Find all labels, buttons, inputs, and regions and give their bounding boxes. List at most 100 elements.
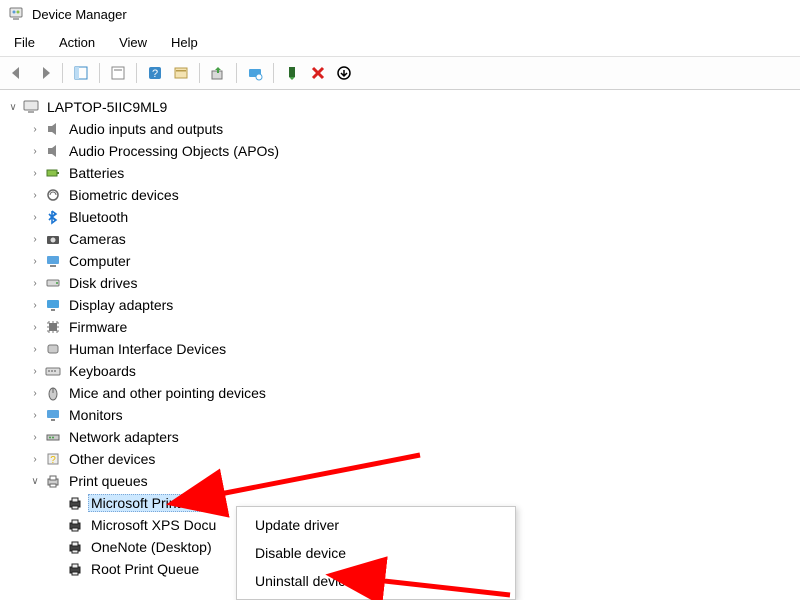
- uninstall-device-button[interactable]: [306, 61, 330, 85]
- other-icon: ?: [44, 450, 62, 468]
- show-hide-tree-button[interactable]: [69, 61, 93, 85]
- properties-button[interactable]: [106, 61, 130, 85]
- expand-icon[interactable]: ›: [28, 256, 42, 267]
- expand-icon[interactable]: ›: [28, 322, 42, 333]
- tree-category-cameras[interactable]: › Cameras: [2, 228, 798, 250]
- category-label: Network adapters: [66, 428, 182, 446]
- display-icon: [44, 296, 62, 314]
- context-menu: Update driver Disable device Uninstall d…: [236, 506, 516, 600]
- tree-root[interactable]: ∨ LAPTOP-5IIC9ML9: [2, 96, 798, 118]
- expand-icon[interactable]: ›: [28, 410, 42, 421]
- category-label: Audio Processing Objects (APOs): [66, 142, 282, 160]
- expand-icon[interactable]: ›: [28, 432, 42, 443]
- collapse-icon[interactable]: ∨: [6, 102, 20, 113]
- toolbar-separator: [199, 63, 200, 83]
- expand-icon[interactable]: ›: [28, 388, 42, 399]
- scan-hardware-button[interactable]: [243, 61, 267, 85]
- category-label: Biometric devices: [66, 186, 182, 204]
- context-update-driver[interactable]: Update driver: [237, 511, 515, 539]
- chip-icon: [44, 318, 62, 336]
- category-label: Mice and other pointing devices: [66, 384, 269, 402]
- tree-category-other-devices[interactable]: ›? Other devices: [2, 448, 798, 470]
- expand-icon[interactable]: ›: [28, 146, 42, 157]
- tree-category-audio-processing-objects-apos-[interactable]: › Audio Processing Objects (APOs): [2, 140, 798, 162]
- menu-action[interactable]: Action: [49, 31, 105, 54]
- expand-icon[interactable]: ›: [28, 212, 42, 223]
- category-label: Human Interface Devices: [66, 340, 229, 358]
- speaker-icon: [44, 142, 62, 160]
- menu-help[interactable]: Help: [161, 31, 208, 54]
- toolbar-separator: [273, 63, 274, 83]
- category-label: Bluetooth: [66, 208, 131, 226]
- camera-icon: [44, 230, 62, 248]
- category-label: Display adapters: [66, 296, 176, 314]
- update-driver-button[interactable]: [206, 61, 230, 85]
- printer-icon: [66, 560, 84, 578]
- collapse-icon[interactable]: ∨: [28, 476, 42, 487]
- svg-text:?: ?: [50, 455, 56, 466]
- expand-icon[interactable]: ›: [28, 190, 42, 201]
- network-icon: [44, 428, 62, 446]
- disable-device-button[interactable]: [332, 61, 356, 85]
- printer-icon: [66, 516, 84, 534]
- expand-icon[interactable]: ›: [28, 344, 42, 355]
- tree-category-disk-drives[interactable]: ›Disk drives: [2, 272, 798, 294]
- menubar: File Action View Help: [0, 29, 800, 56]
- monitor-icon: [44, 406, 62, 424]
- tree-category-biometric-devices[interactable]: › Biometric devices: [2, 184, 798, 206]
- category-label: Firmware: [66, 318, 130, 336]
- svg-text:?: ?: [152, 68, 158, 80]
- window-title: Device Manager: [32, 7, 127, 22]
- device-label: OneNote (Desktop): [88, 538, 215, 556]
- expand-icon[interactable]: ›: [28, 234, 42, 245]
- tree-category-bluetooth[interactable]: › Bluetooth: [2, 206, 798, 228]
- expand-icon[interactable]: ›: [28, 366, 42, 377]
- tree-category-display-adapters[interactable]: › Display adapters: [2, 294, 798, 316]
- tree-category-human-interface-devices[interactable]: › Human Interface Devices: [2, 338, 798, 360]
- category-label: Keyboards: [66, 362, 139, 380]
- tree-category-network-adapters[interactable]: › Network adapters: [2, 426, 798, 448]
- expand-icon[interactable]: ›: [28, 168, 42, 179]
- back-button[interactable]: [6, 61, 30, 85]
- tree-category-monitors[interactable]: › Monitors: [2, 404, 798, 426]
- forward-button[interactable]: [32, 61, 56, 85]
- enable-device-button[interactable]: [280, 61, 304, 85]
- context-uninstall-device[interactable]: Uninstall device: [237, 567, 515, 595]
- device-label: Microsoft Print to PD: [88, 494, 222, 512]
- category-label: Cameras: [66, 230, 129, 248]
- category-label: Print queues: [66, 472, 151, 490]
- device-manager-icon: [8, 6, 24, 22]
- category-label: Other devices: [66, 450, 158, 468]
- battery-icon: [44, 164, 62, 182]
- computer-root-icon: [22, 98, 40, 116]
- toolbar: ?: [0, 56, 800, 90]
- context-disable-device[interactable]: Disable device: [237, 539, 515, 567]
- tree-category-batteries[interactable]: › Batteries: [2, 162, 798, 184]
- menu-view[interactable]: View: [109, 31, 157, 54]
- device-label: Root Print Queue: [88, 560, 202, 578]
- tree-category-print-queues[interactable]: ∨ Print queues: [2, 470, 798, 492]
- computer-icon: [44, 252, 62, 270]
- help-button[interactable]: ?: [143, 61, 167, 85]
- action-button[interactable]: [169, 61, 193, 85]
- expand-icon[interactable]: ›: [28, 278, 42, 289]
- printer-icon: [66, 494, 84, 512]
- category-label: Monitors: [66, 406, 126, 424]
- tree-category-computer[interactable]: ›Computer: [2, 250, 798, 272]
- root-label: LAPTOP-5IIC9ML9: [44, 98, 170, 116]
- tree-category-keyboards[interactable]: › Keyboards: [2, 360, 798, 382]
- category-label: Batteries: [66, 164, 127, 182]
- tree-category-audio-inputs-and-outputs[interactable]: ›Audio inputs and outputs: [2, 118, 798, 140]
- keyboard-icon: [44, 362, 62, 380]
- tree-category-mice-and-other-pointing-devices[interactable]: › Mice and other pointing devices: [2, 382, 798, 404]
- expand-icon[interactable]: ›: [28, 300, 42, 311]
- device-label: Microsoft XPS Docu: [88, 516, 219, 534]
- biometric-icon: [44, 186, 62, 204]
- expand-icon[interactable]: ›: [28, 454, 42, 465]
- tree-category-firmware[interactable]: › Firmware: [2, 316, 798, 338]
- titlebar: Device Manager: [0, 0, 800, 29]
- disk-icon: [44, 274, 62, 292]
- printer-icon: [66, 538, 84, 556]
- expand-icon[interactable]: ›: [28, 124, 42, 135]
- menu-file[interactable]: File: [4, 31, 45, 54]
